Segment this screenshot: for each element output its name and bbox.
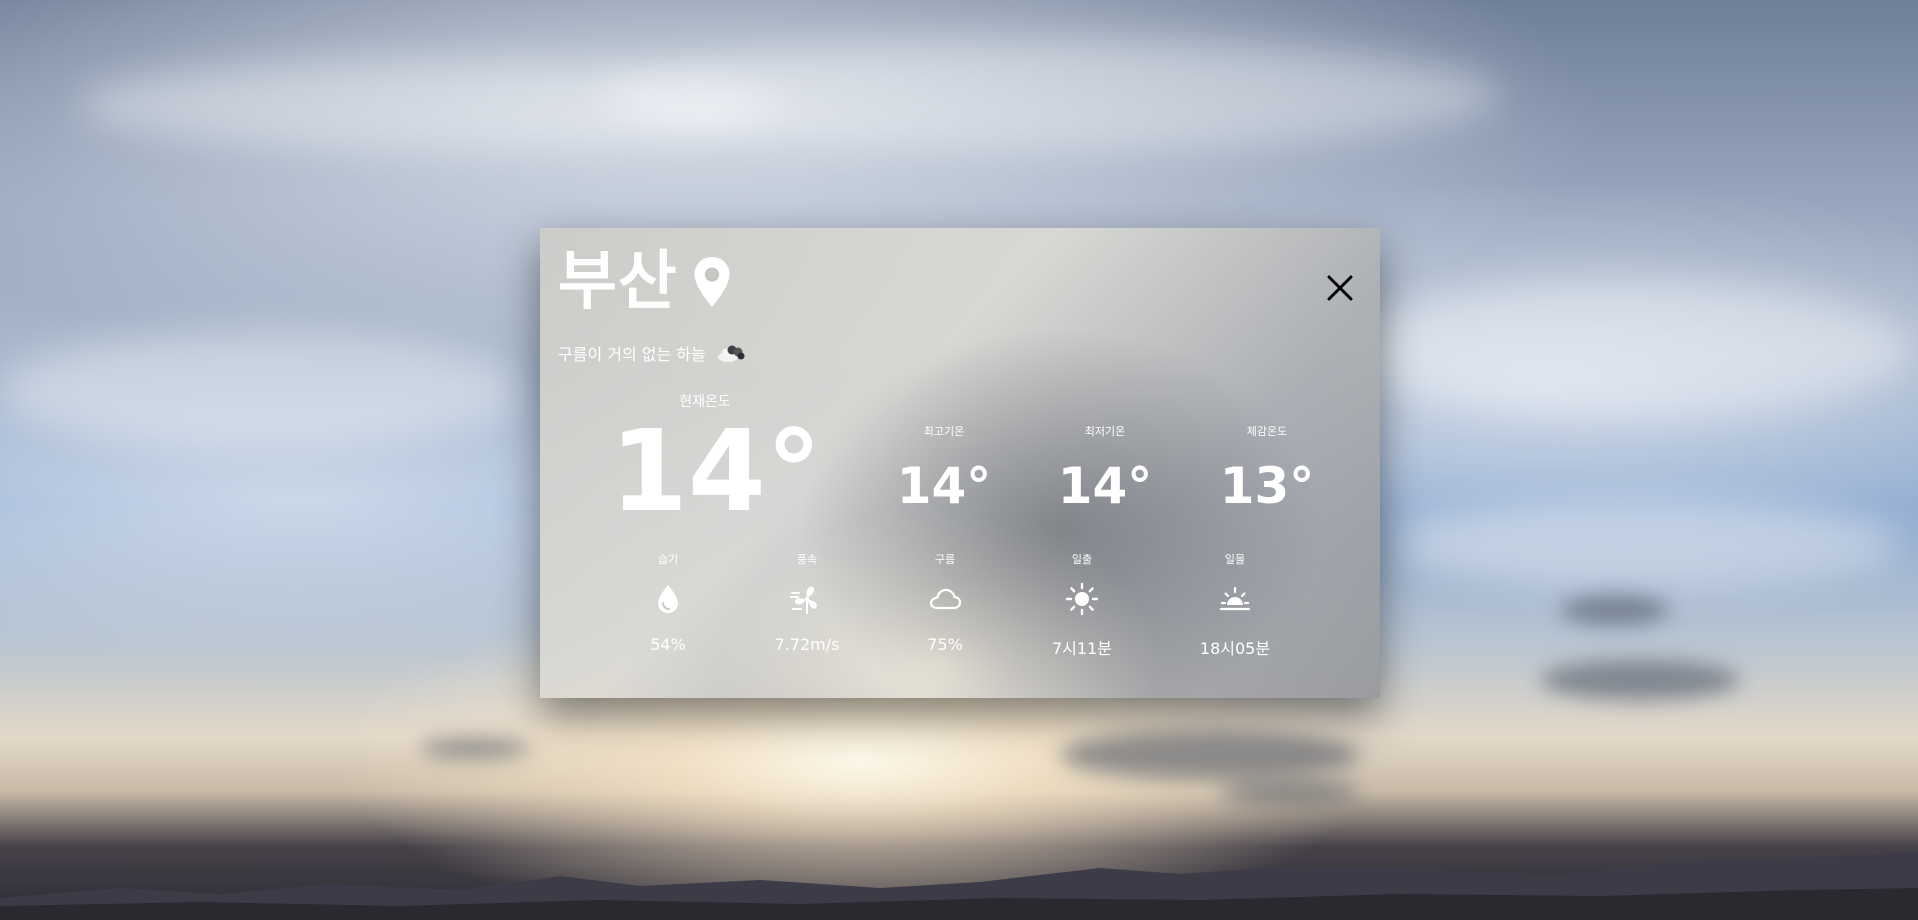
stat-value: 13°	[1219, 457, 1315, 515]
city-header: 부산	[558, 250, 732, 314]
detail-value: 75%	[927, 635, 963, 654]
detail-label: 습기	[657, 553, 679, 566]
stat-high-temp: 최고기온 14°	[884, 423, 1004, 511]
cloud-streak	[0, 330, 520, 450]
dark-cloud	[1540, 660, 1740, 700]
detail-clouds: 구름 75%	[885, 551, 1005, 654]
weather-description: 구름이 거의 없는 하늘	[558, 345, 706, 364]
detail-label: 일출	[1071, 553, 1093, 566]
detail-sunset: 일몰 18시05분	[1175, 551, 1295, 659]
detail-sunrise: 일출 7시11분	[1022, 551, 1142, 659]
dark-cloud	[1220, 780, 1360, 804]
stat-value: 14°	[1057, 457, 1153, 515]
cloud-icon	[929, 588, 962, 610]
stat-label: 최고기온	[923, 425, 965, 438]
city-name: 부산	[558, 245, 678, 319]
wind-fan-icon	[790, 586, 818, 614]
weather-card: 부산 구름이 거의 없는 하늘 현재온도 14° 최고기온 14° 최저기온 1…	[540, 228, 1380, 698]
cloud-streak	[1350, 280, 1910, 420]
mountain-silhouette	[0, 852, 1918, 920]
cloud-streak	[1400, 500, 1900, 590]
weather-description-row: 구름이 거의 없는 하늘	[558, 341, 746, 365]
stat-low-temp: 최저기온 14°	[1045, 423, 1165, 511]
current-temp: 14°	[610, 407, 822, 537]
dark-cloud	[1560, 595, 1670, 625]
detail-value: 54%	[650, 635, 686, 654]
close-icon[interactable]	[1326, 274, 1354, 302]
map-pin-icon	[694, 257, 730, 307]
few-clouds-icon	[717, 345, 745, 362]
sunset-icon	[1219, 586, 1251, 611]
dark-cloud	[420, 738, 530, 758]
detail-label: 구름	[934, 553, 956, 566]
droplet-icon	[658, 585, 678, 613]
detail-value: 7시11분	[1052, 639, 1112, 658]
stat-feels-like: 체감온도 13°	[1207, 423, 1327, 511]
sunrise-icon	[1065, 582, 1099, 616]
detail-label: 일몰	[1224, 553, 1246, 566]
detail-value: 18시05분	[1199, 639, 1271, 658]
stat-label: 최저기온	[1084, 425, 1126, 438]
stat-value: 14°	[896, 457, 992, 515]
cloud-streak	[600, 40, 1500, 150]
dark-cloud	[1060, 730, 1360, 780]
detail-value: 7.72m/s	[774, 635, 840, 654]
stat-label: 체감온도	[1246, 425, 1288, 438]
detail-wind-speed: 풍속 7.72m/s	[747, 551, 867, 654]
detail-humidity: 습기 54%	[608, 551, 728, 654]
detail-label: 풍속	[796, 553, 818, 566]
